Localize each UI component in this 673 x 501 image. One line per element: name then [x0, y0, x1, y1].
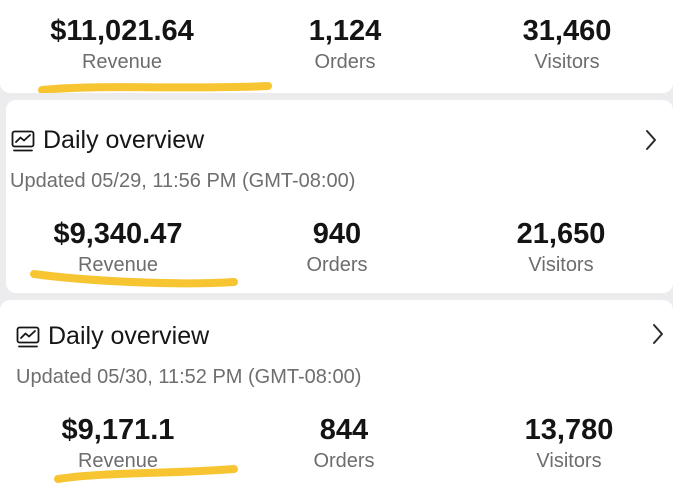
visitors-label: Visitors	[528, 254, 594, 276]
orders-metric[interactable]: 940 Orders	[237, 217, 437, 278]
orders-label: Orders	[314, 51, 376, 73]
revenue-label: Revenue	[77, 254, 159, 276]
revenue-label: Revenue	[81, 51, 163, 73]
line-chart-icon	[16, 326, 40, 348]
orders-metric[interactable]: 844 Orders	[244, 413, 444, 474]
orders-value: 940	[312, 218, 362, 250]
screenshot-page: $11,021.64 Revenue 1,124 Orders 31,460 V…	[0, 0, 673, 501]
line-chart-icon	[11, 130, 35, 152]
visitors-metric[interactable]: 21,650 Visitors	[461, 217, 661, 278]
visitors-metric[interactable]: 13,780 Visitors	[469, 413, 669, 474]
daily-overview-card: Daily overview Updated 05/29, 11:56 PM (…	[6, 100, 673, 293]
orders-label: Orders	[306, 254, 368, 276]
daily-overview-card: Daily overview Updated 05/30, 11:52 PM (…	[0, 300, 673, 501]
visitors-metric[interactable]: 31,460 Visitors	[467, 14, 667, 75]
updated-timestamp: Updated 05/30, 11:52 PM (GMT-08:00)	[16, 366, 362, 388]
overview-title: Daily overview	[48, 322, 210, 350]
visitors-value: 31,460	[522, 15, 612, 47]
revenue-value: $9,340.47	[53, 218, 183, 250]
chevron-right-icon[interactable]	[651, 322, 665, 346]
revenue-value: $9,171.1	[61, 414, 175, 446]
revenue-label: Revenue	[77, 450, 159, 472]
updated-timestamp: Updated 05/29, 11:56 PM (GMT-08:00)	[10, 170, 356, 192]
orders-label: Orders	[313, 450, 375, 472]
revenue-highlight-stroke	[38, 82, 272, 93]
orders-value: 844	[319, 414, 369, 446]
overview-title: Daily overview	[43, 126, 205, 154]
visitors-label: Visitors	[534, 51, 600, 73]
orders-value: 1,124	[308, 15, 382, 47]
visitors-value: 21,650	[516, 218, 606, 250]
overview-header[interactable]: Daily overview	[16, 322, 209, 351]
revenue-value: $11,021.64	[50, 15, 194, 47]
visitors-label: Visitors	[536, 450, 602, 472]
orders-metric[interactable]: 1,124 Orders	[245, 14, 445, 75]
top-summary-card: $11,021.64 Revenue 1,124 Orders 31,460 V…	[0, 0, 673, 93]
revenue-metric[interactable]: $9,340.47 Revenue	[18, 217, 218, 278]
revenue-metric[interactable]: $11,021.64 Revenue	[22, 14, 222, 75]
chevron-right-icon[interactable]	[644, 128, 658, 152]
visitors-value: 13,780	[524, 414, 614, 446]
revenue-metric[interactable]: $9,171.1 Revenue	[18, 413, 218, 474]
overview-header[interactable]: Daily overview	[11, 126, 204, 155]
